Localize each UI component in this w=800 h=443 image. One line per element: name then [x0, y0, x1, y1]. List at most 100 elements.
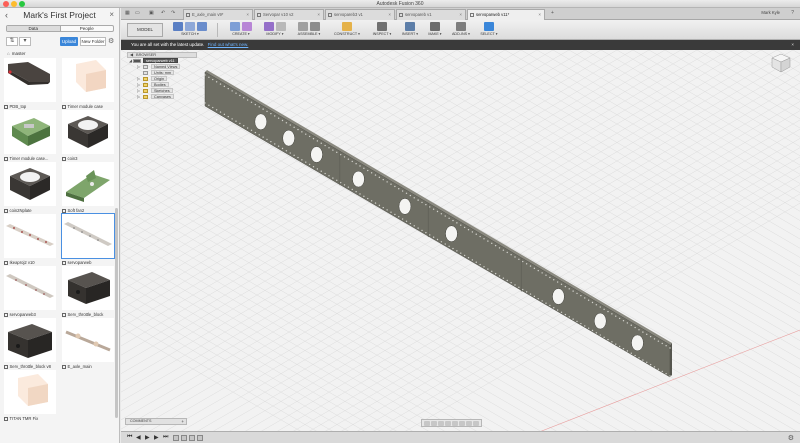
file-card-coin3[interactable]: coin3 — [62, 110, 114, 170]
assemble-menu[interactable]: ASSEMBLE ▾ — [291, 22, 327, 39]
visibility-icon — [143, 95, 148, 99]
zoom-icon[interactable] — [445, 421, 451, 426]
construct-menu[interactable]: CONSTRUCT ▾ — [329, 22, 365, 39]
select-menu[interactable]: SELECT ▾ — [475, 22, 503, 39]
workspace-switcher[interactable]: MODEL — [127, 23, 163, 37]
timeline-feature[interactable] — [173, 435, 179, 441]
document-icon — [62, 104, 66, 109]
close-icon[interactable]: × — [459, 10, 462, 20]
chevron-down-icon[interactable]: ▾ — [19, 37, 31, 46]
redo-icon[interactable]: ↷ — [171, 10, 175, 16]
document-icon — [470, 13, 474, 17]
undo-icon[interactable]: ↶ — [161, 10, 165, 16]
box-icon — [230, 22, 240, 31]
timeline-feature[interactable] — [197, 435, 203, 441]
close-icon[interactable]: × — [538, 10, 541, 20]
gear-icon[interactable]: ⚙ — [108, 37, 114, 45]
tab-people[interactable]: People — [61, 26, 114, 31]
timeline-back-button[interactable]: ◀ — [136, 434, 141, 441]
save-icon[interactable]: ▣ — [149, 10, 154, 16]
new-tab-icon[interactable]: + — [551, 10, 554, 16]
timeline-play-button[interactable]: ▶ — [145, 434, 150, 441]
breadcrumb[interactable]: ⌂ master — [7, 51, 25, 56]
insert-menu[interactable]: INSERT ▾ — [397, 22, 423, 39]
data-panel: ‹ Mark's First Project × Data People ⇅ ▾… — [0, 8, 120, 443]
component-icon — [133, 59, 141, 63]
close-icon[interactable]: × — [109, 10, 114, 19]
close-icon[interactable]: × — [791, 40, 794, 50]
grid-icon[interactable]: ▦ — [125, 10, 130, 16]
timeline-start-button[interactable]: ⏮ — [127, 434, 132, 441]
3d-print-icon — [430, 22, 440, 31]
sketch-menu[interactable]: SKETCH ▾ — [167, 22, 213, 39]
tab-data[interactable]: Data — [7, 26, 61, 31]
timeline-forward-button[interactable]: ▶ — [154, 434, 159, 441]
folder-icon[interactable]: ▭ — [135, 10, 140, 16]
comments-panel[interactable]: COMMENTS + — [125, 418, 187, 425]
file-card-e-axle-main[interactable]: E_axle_main — [62, 318, 114, 378]
file-card-servoparweb3[interactable]: servoparweb3 — [4, 266, 56, 326]
file-card-serv-throttle-block[interactable]: Serv_throttle_block — [62, 266, 114, 326]
close-icon[interactable]: × — [246, 10, 249, 20]
user-menu[interactable]: Mark Kyle — [761, 10, 780, 15]
look-at-icon[interactable] — [431, 421, 437, 426]
document-icon — [4, 416, 8, 421]
add-ins-menu[interactable]: ADD-INS ▾ — [447, 22, 475, 39]
file-card-serv-throttle-block-v8[interactable]: Serv_throttle_block v8 — [4, 318, 56, 378]
file-card-titan-tmr[interactable]: TITAN TMR Fix — [4, 370, 56, 430]
tab-servoparweb[interactable]: servoparweb v11* × — [467, 9, 545, 20]
visibility-icon — [143, 83, 148, 87]
help-icon[interactable]: ? — [791, 10, 794, 16]
viewport-scene — [121, 50, 800, 443]
modify-menu[interactable]: MODIFY ▾ — [259, 22, 291, 39]
close-icon[interactable]: × — [317, 10, 320, 20]
file-thumbnail — [62, 162, 114, 206]
rectangle-icon — [197, 22, 207, 31]
orbit-icon[interactable] — [424, 421, 430, 426]
document-icon — [4, 156, 8, 161]
panel-scrollbar[interactable] — [115, 208, 118, 418]
close-icon[interactable]: × — [388, 10, 391, 20]
tab-servopareb[interactable]: servopareb v1 × — [396, 9, 466, 20]
viewport-canvas[interactable]: ◀ BROWSER ◢ servoparweb v11 ▷ Named Views… — [121, 50, 800, 443]
timeline-bar: ⏮ ◀ ▶ ▶ ⏭ ⚙ — [121, 431, 800, 443]
grid-settings-icon[interactable] — [466, 421, 472, 426]
file-card-soft-fan2[interactable]: Soft fan2 — [62, 162, 114, 222]
sort-icon[interactable]: ⇅ — [6, 37, 18, 46]
viewports-icon[interactable] — [473, 421, 479, 426]
file-card-pdb-top[interactable]: PDB_top — [4, 58, 56, 118]
fit-icon[interactable] — [452, 421, 458, 426]
file-card-timer-case-2[interactable]: Timer module case... — [4, 110, 56, 170]
plus-icon[interactable]: + — [181, 419, 184, 424]
breadcrumb-folder: master — [11, 51, 26, 56]
file-card-coin2nplate[interactable]: coin2Nplate — [4, 162, 56, 222]
make-menu[interactable]: MAKE ▾ — [423, 22, 447, 39]
sketch-icon — [173, 22, 183, 31]
create-menu[interactable]: CREATE ▾ — [221, 22, 261, 39]
document-icon — [62, 156, 66, 161]
file-thumbnail — [62, 266, 114, 310]
tab-servopar-v10[interactable]: Servopar v10 v2 × — [254, 9, 324, 20]
inspect-menu[interactable]: INSPECT ▾ — [367, 22, 397, 39]
tab-servopareb3[interactable]: servopareb3 v1 × — [325, 9, 395, 20]
browser-node-canvases[interactable]: ▷ Canvases — [127, 94, 197, 100]
view-cube[interactable] — [770, 52, 792, 74]
project-title: Mark's First Project — [23, 10, 96, 20]
pan-icon[interactable] — [438, 421, 444, 426]
new-folder-button[interactable]: New Folder — [80, 37, 106, 46]
display-settings-icon[interactable] — [459, 421, 465, 426]
file-thumbnail — [61, 213, 115, 259]
timeline-end-button[interactable]: ⏭ — [163, 434, 168, 441]
upload-button[interactable]: Upload — [60, 37, 78, 46]
file-card-timer-case[interactable]: Timer module case — [62, 58, 114, 118]
file-card-ikeaproj2[interactable]: Ikeaproj2 v10 — [4, 214, 56, 274]
timeline-feature[interactable] — [181, 435, 187, 441]
whats-new-link[interactable]: Find out what's new. — [208, 42, 249, 47]
file-card-servoparweb[interactable]: servoparweb — [61, 213, 115, 274]
app-title: Autodesk Fusion 360 — [376, 1, 424, 7]
tab-e-axle-main[interactable]: E_axle_main v9* × — [183, 9, 253, 20]
gear-icon[interactable]: ⚙ — [788, 434, 794, 442]
document-icon — [4, 260, 8, 265]
timeline-feature[interactable] — [189, 435, 195, 441]
visibility-icon — [143, 77, 148, 81]
